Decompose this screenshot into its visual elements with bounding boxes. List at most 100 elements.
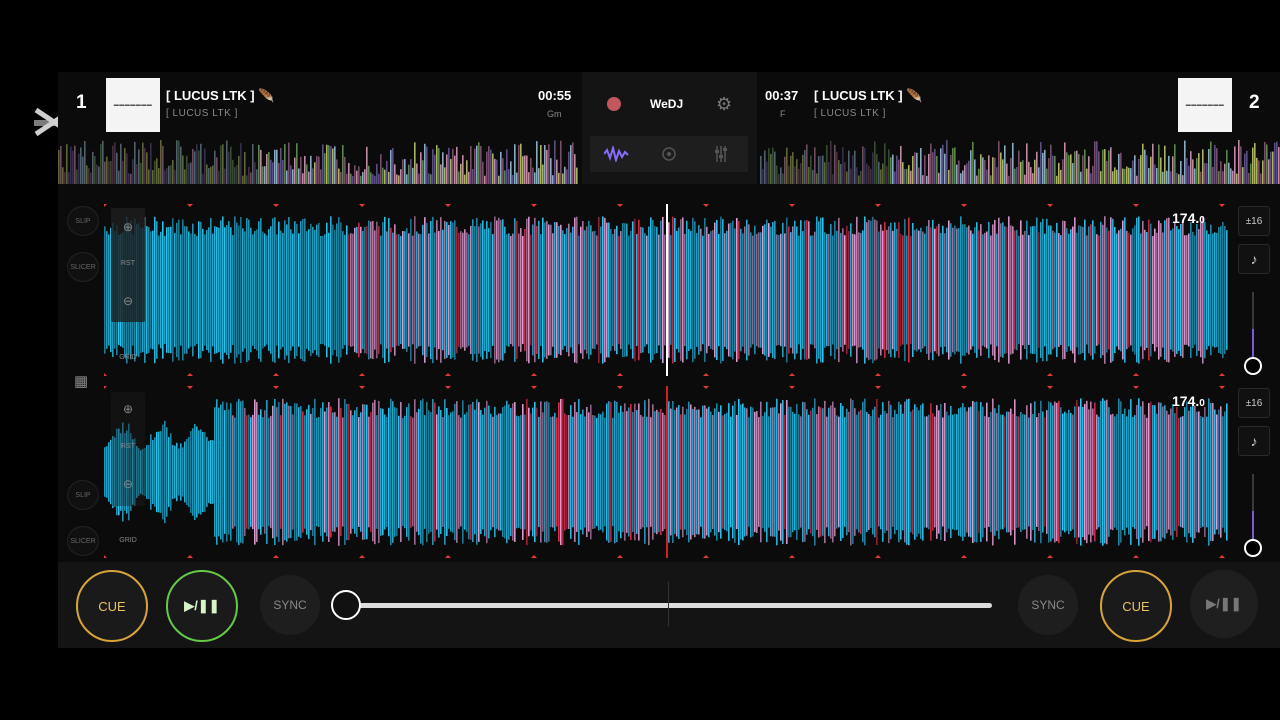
deck1-overview-waveform[interactable]	[58, 138, 578, 184]
waveform-bar	[298, 407, 300, 537]
waveform-bar	[312, 407, 314, 537]
waveform-bar	[590, 225, 592, 355]
waveform-bar	[656, 226, 658, 354]
waveform-icon[interactable]	[604, 146, 630, 162]
waveform-bar	[536, 407, 538, 537]
overview-bar	[1164, 145, 1166, 184]
deck2-pitch-range-button[interactable]: ±16	[1238, 388, 1270, 418]
waveform-bar	[152, 440, 154, 504]
crossfader-knob[interactable]	[331, 590, 361, 620]
waveform-bar	[906, 399, 908, 545]
deck2-grid-button[interactable]: GRID	[111, 537, 145, 544]
deck2-waveform[interactable]	[104, 386, 1228, 558]
overview-bar	[1216, 148, 1218, 184]
waveform-bar	[580, 226, 582, 354]
waveform-bar	[358, 417, 360, 527]
waveform-bar	[660, 408, 662, 536]
deck2-slip-button[interactable]: SLIP	[67, 480, 99, 510]
deck1-waveform[interactable]	[104, 204, 1228, 376]
waveform-bar	[620, 405, 622, 539]
waveform-bar	[626, 223, 628, 357]
waveform-bar	[178, 219, 180, 361]
deck2-track-title[interactable]: [ LUCUS LTK ] 🪶	[814, 88, 922, 104]
overview-bar	[1134, 155, 1136, 184]
waveform-bar	[1138, 216, 1140, 364]
waveform-bar	[1134, 415, 1136, 529]
deck1-play-pause-button[interactable]: ▶/❚❚	[166, 570, 238, 642]
deck1-bpm[interactable]: 174.0	[1172, 210, 1205, 226]
overview-bar	[1034, 159, 1036, 184]
jog-icon[interactable]	[662, 147, 676, 161]
deck1-sync-button[interactable]: SYNC	[260, 575, 320, 635]
zoom-in-icon[interactable]: ⊕	[111, 402, 145, 416]
waveform-bar	[1172, 228, 1174, 352]
deck2-bpm[interactable]: 174.0	[1172, 393, 1205, 409]
deck2-overview-waveform[interactable]	[760, 138, 1280, 184]
waveform-bar	[608, 222, 610, 358]
waveform-bar	[880, 414, 882, 530]
zoom-in-icon[interactable]: ⊕	[111, 220, 145, 234]
deck1-slip-button[interactable]: SLIP	[67, 206, 99, 236]
waveform-bar	[246, 218, 248, 362]
deck2-play-pause-button[interactable]: ▶/❚❚	[1190, 570, 1258, 638]
gear-icon[interactable]: ⚙	[716, 94, 732, 115]
overview-bar	[416, 163, 418, 184]
overview-bar	[1168, 155, 1170, 184]
waveform-bar	[910, 235, 912, 345]
app-brand[interactable]: WeDJ	[650, 97, 683, 111]
deck2-sync-button[interactable]: SYNC	[1018, 575, 1078, 635]
overview-bar	[110, 161, 112, 184]
music-note-icon[interactable]: ♪	[1238, 426, 1270, 456]
waveform-bar	[696, 409, 698, 535]
overview-bar	[968, 160, 970, 184]
deck2-cover-art[interactable]: ▬▬▬▬▬▬▬	[1178, 78, 1232, 132]
overview-bar	[1148, 167, 1150, 184]
overview-bar	[1210, 141, 1212, 184]
eq-icon[interactable]	[714, 144, 728, 164]
waveform-bar	[166, 427, 168, 517]
deck1-cue-button[interactable]: CUE	[76, 570, 148, 642]
waveform-bar	[608, 401, 610, 543]
deck2-slicer-button[interactable]: SLICER	[67, 526, 99, 556]
overview-bar	[1132, 160, 1134, 184]
waveform-bar	[750, 232, 752, 348]
deck1-grid-button[interactable]: GRID	[111, 354, 145, 361]
beat-marker	[445, 386, 451, 389]
waveform-bar	[660, 220, 662, 360]
grid-view-icon[interactable]: ▦	[74, 372, 88, 390]
deck1-cover-art[interactable]: ▬▬▬▬▬▬▬	[106, 78, 160, 132]
music-note-icon[interactable]: ♪	[1238, 244, 1270, 274]
waveform-bar	[686, 220, 688, 360]
deck1-pitch-range-button[interactable]: ±16	[1238, 206, 1270, 236]
overview-bar	[818, 156, 820, 184]
deck1-slicer-button[interactable]: SLICER	[67, 252, 99, 282]
waveform-bar	[200, 221, 202, 359]
waveform-bar	[1094, 402, 1096, 542]
waveform-bar	[376, 221, 378, 359]
zoom-out-icon[interactable]: ⊖	[111, 477, 145, 491]
overview-bar	[210, 166, 212, 184]
deck2-cue-button[interactable]: CUE	[1100, 570, 1172, 642]
waveform-bar	[1176, 407, 1178, 537]
waveform-bar	[1120, 401, 1122, 543]
waveform-bar	[560, 224, 562, 356]
crossfader-track[interactable]	[346, 603, 992, 608]
deck2-pitch-knob[interactable]	[1244, 539, 1262, 557]
waveform-bar	[540, 234, 542, 346]
deck1-track-title[interactable]: [ LUCUS LTK ] 🪶	[166, 88, 274, 104]
deck1-pitch-knob[interactable]	[1244, 357, 1262, 375]
overview-bar	[976, 175, 978, 184]
waveform-bar	[864, 398, 866, 546]
overview-bar	[534, 172, 536, 184]
zoom-out-icon[interactable]: ⊖	[111, 294, 145, 308]
waveform-bar	[492, 234, 494, 346]
overview-bar	[1156, 168, 1158, 184]
deck1-reset-button[interactable]: RST	[111, 260, 145, 267]
waveform-bar	[760, 401, 762, 543]
overview-bar	[228, 151, 230, 184]
waveform-bar	[358, 222, 360, 358]
overview-bar	[80, 147, 82, 184]
waveform-bar	[1194, 405, 1196, 539]
record-dot-icon[interactable]	[607, 97, 621, 111]
deck2-reset-button[interactable]: RST	[111, 443, 145, 450]
